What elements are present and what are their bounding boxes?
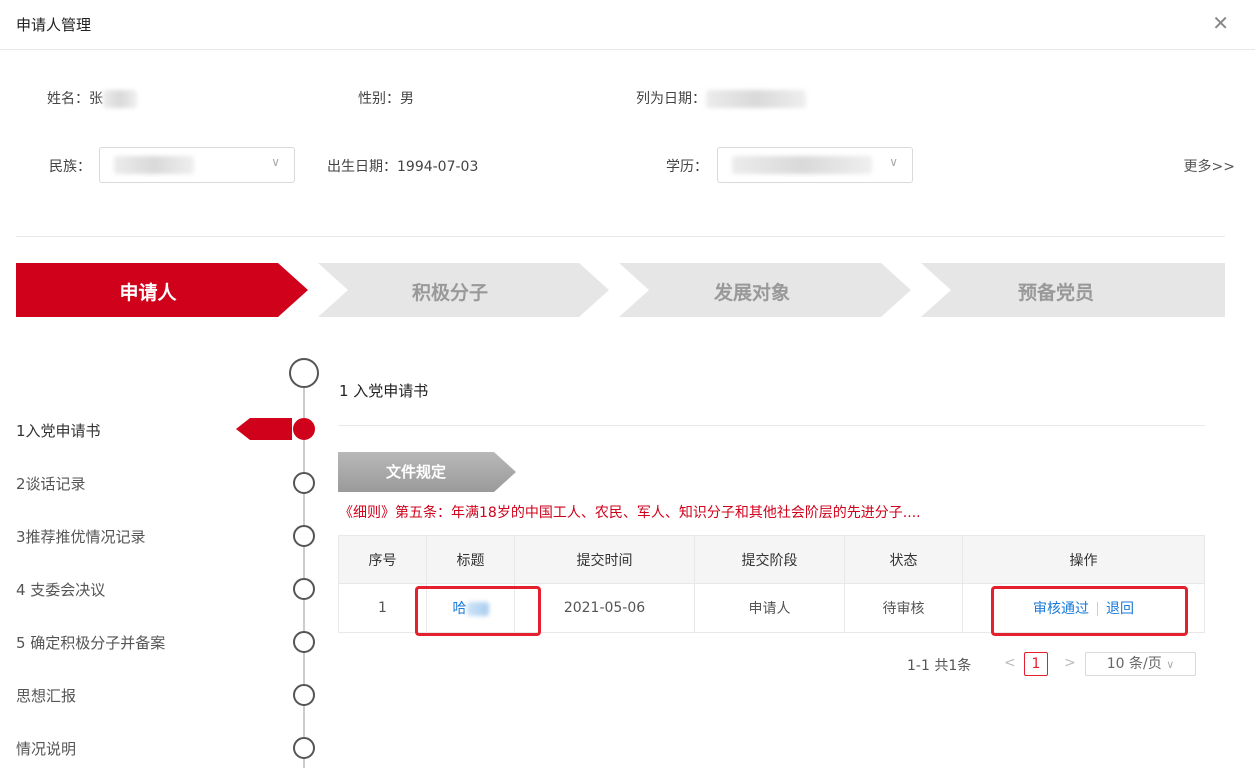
name-label: 姓名：张: [47, 91, 103, 107]
timeline-item-talk-record[interactable]: 2谈话记录: [16, 473, 86, 494]
modal-header: 申请人管理 ✕: [0, 0, 1255, 50]
name-redacted: [103, 90, 137, 108]
timeline-node: [293, 578, 315, 600]
listed-date-redacted: [706, 90, 806, 108]
ethnicity-select[interactable]: ∨: [99, 147, 295, 183]
chevron-down-icon: ∨: [889, 155, 898, 169]
cell-status: 待审核: [844, 583, 963, 633]
col-title: 标题: [426, 535, 515, 584]
timeline-node: [293, 737, 315, 759]
education-redacted: [732, 156, 872, 174]
page-size-value: 10 条/页: [1106, 656, 1162, 672]
education-select[interactable]: ∨: [717, 147, 913, 183]
timeline-node: [293, 631, 315, 653]
gender-label: 性别：: [358, 91, 400, 107]
highlight-actions-box: [991, 586, 1188, 636]
birth-field: 出生日期：1994-07-03: [327, 156, 478, 176]
active-pointer-icon: [236, 418, 292, 440]
gender-value: 男: [400, 91, 414, 107]
timeline-item-committee[interactable]: 4 支委会决议: [16, 579, 105, 600]
col-index: 序号: [338, 535, 427, 584]
col-stage: 提交阶段: [694, 535, 845, 584]
col-status: 状态: [844, 535, 963, 584]
timeline-line: [303, 384, 305, 768]
ethnicity-redacted: [114, 156, 194, 174]
listed-date-label: 列为日期：: [636, 91, 706, 107]
listed-date-field: 列为日期：: [636, 88, 806, 108]
pagination-prev[interactable]: <: [1004, 655, 1016, 671]
timeline-item-application[interactable]: 1入党申请书: [16, 420, 101, 441]
timeline-item-thought-report[interactable]: 思想汇报: [16, 685, 76, 706]
chevron-down-icon: ∨: [1166, 658, 1175, 671]
doc-tag-label: 文件规定: [385, 463, 446, 481]
rule-text: 《细则》第五条：年满18岁的中国工人、农民、军人、知识分子和其他社会阶层的先进分…: [339, 505, 921, 521]
progress-steps: 申请人 积极分子 发展对象 预备党员: [16, 263, 1225, 317]
cell-submit-time: 2021-05-06: [514, 583, 695, 633]
col-submit-time: 提交时间: [514, 535, 695, 584]
pagination-page-current[interactable]: 1: [1024, 652, 1048, 676]
timeline-node-active: [293, 418, 315, 440]
step-applicant[interactable]: 申请人: [68, 278, 228, 305]
pagination-next[interactable]: >: [1064, 655, 1076, 671]
ethnicity-label: 民族：: [49, 159, 91, 175]
timeline-item-explanation[interactable]: 情况说明: [16, 738, 76, 759]
step-probationary[interactable]: 预备党员: [976, 278, 1136, 305]
timeline-node: [293, 684, 315, 706]
education-label: 学历：: [666, 159, 708, 175]
step-activist[interactable]: 积极分子: [370, 278, 530, 305]
divider: [16, 236, 1225, 237]
section-divider: [338, 425, 1205, 426]
birth-label: 出生日期：: [327, 159, 397, 175]
birth-value: 1994-07-03: [397, 159, 479, 175]
modal-title: 申请人管理: [16, 16, 92, 34]
timeline-node: [293, 472, 315, 494]
step-development[interactable]: 发展对象: [672, 278, 832, 305]
pagination-summary: 1-1 共1条: [907, 658, 972, 674]
chevron-down-icon: ∨: [271, 155, 280, 169]
cell-stage: 申请人: [694, 583, 845, 633]
table-header-row: 序号 标题 提交时间 提交阶段 状态 操作: [338, 535, 1205, 584]
cell-index: 1: [338, 583, 427, 633]
timeline-item-activist-filing[interactable]: 5 确定积极分子并备案: [16, 632, 165, 653]
timeline-node: [293, 525, 315, 547]
close-icon[interactable]: ✕: [1212, 11, 1229, 35]
gender-field: 性别：男: [358, 88, 414, 108]
col-actions: 操作: [962, 535, 1205, 584]
page-size-select[interactable]: 10 条/页 ∨: [1085, 652, 1196, 676]
timeline-start-node: [289, 358, 319, 388]
section-title: 1 入党申请书: [339, 382, 429, 400]
more-link[interactable]: 更多>>: [1184, 156, 1235, 176]
name-field: 姓名：张: [47, 88, 137, 108]
timeline-item-recommendation[interactable]: 3推荐推优情况记录: [16, 526, 146, 547]
highlight-title-box: [415, 586, 541, 636]
